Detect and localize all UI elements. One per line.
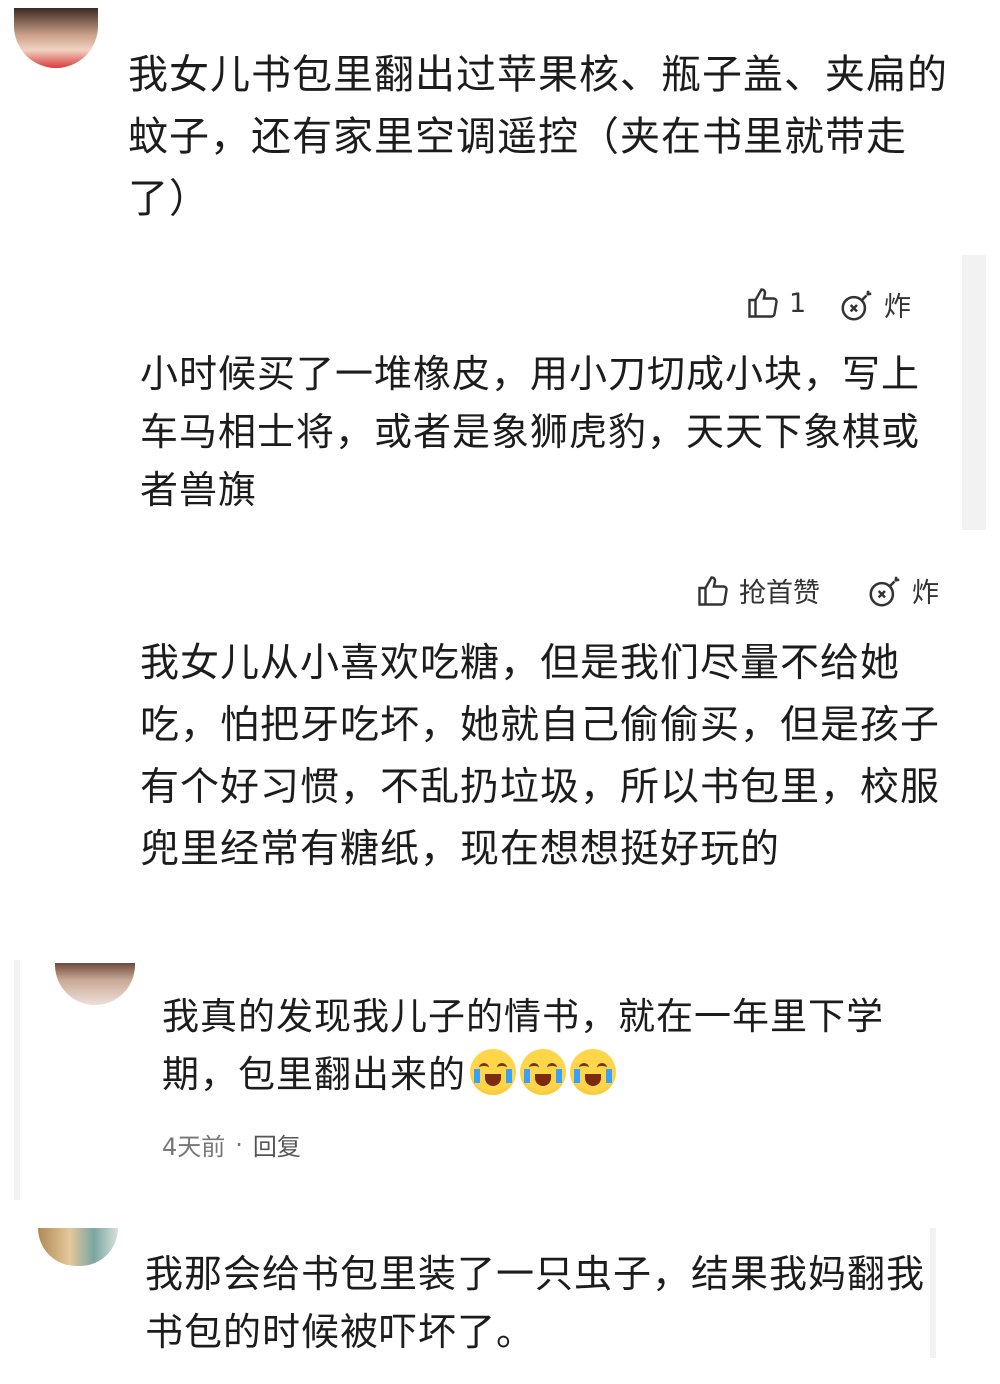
comment-text: 我真的发现我儿子的情书，就在一年里下学期，包里翻出来的 xyxy=(162,988,952,1104)
comment-text: 小时候买了一堆橡皮，用小刀切成小块，写上车马相士将，或者是象狮虎豹，天天下象棋或… xyxy=(140,352,921,512)
bomb-label: 炸 xyxy=(912,578,939,609)
avatar[interactable] xyxy=(55,963,135,1005)
thumbs-up-icon xyxy=(745,285,781,321)
divider xyxy=(962,255,986,530)
crying-face-emoji xyxy=(570,1049,616,1095)
separator: · xyxy=(235,1130,243,1159)
bomb-icon xyxy=(838,286,876,324)
comment-text: 我女儿从小喜欢吃糖，但是我们尽量不给她吃，怕把牙吃坏，她就自己偷偷买，但是孩子有… xyxy=(140,641,941,872)
reply-button[interactable]: 回复 xyxy=(253,1127,301,1162)
crying-face-emoji xyxy=(520,1049,566,1095)
bomb-button[interactable]: 炸 xyxy=(866,571,939,610)
like-label: 抢首赞 xyxy=(739,578,820,609)
bomb-button[interactable]: 炸 xyxy=(838,285,911,324)
like-button[interactable]: 1 xyxy=(745,285,806,321)
comment-text: 我女儿书包里翻出过苹果核、瓶子盖、夹扁的蚊子，还有家里空调遥控（夹在书里就带走了… xyxy=(128,52,948,222)
avatar[interactable] xyxy=(38,1228,118,1266)
bomb-label: 炸 xyxy=(884,292,911,323)
like-button[interactable]: 抢首赞 xyxy=(695,571,820,610)
avatar[interactable] xyxy=(14,8,98,68)
bomb-icon xyxy=(866,572,904,610)
comment-meta: 4天前 · 回复 xyxy=(162,1127,301,1162)
timestamp: 4天前 xyxy=(162,1133,226,1161)
like-count: 1 xyxy=(789,287,807,319)
thumbs-up-icon xyxy=(695,573,731,609)
crying-face-emoji xyxy=(470,1049,516,1095)
comment-text: 我那会给书包里装了一只虫子，结果我妈翻我书包的时候被吓坏了。 xyxy=(145,1252,926,1354)
divider xyxy=(14,960,20,1200)
